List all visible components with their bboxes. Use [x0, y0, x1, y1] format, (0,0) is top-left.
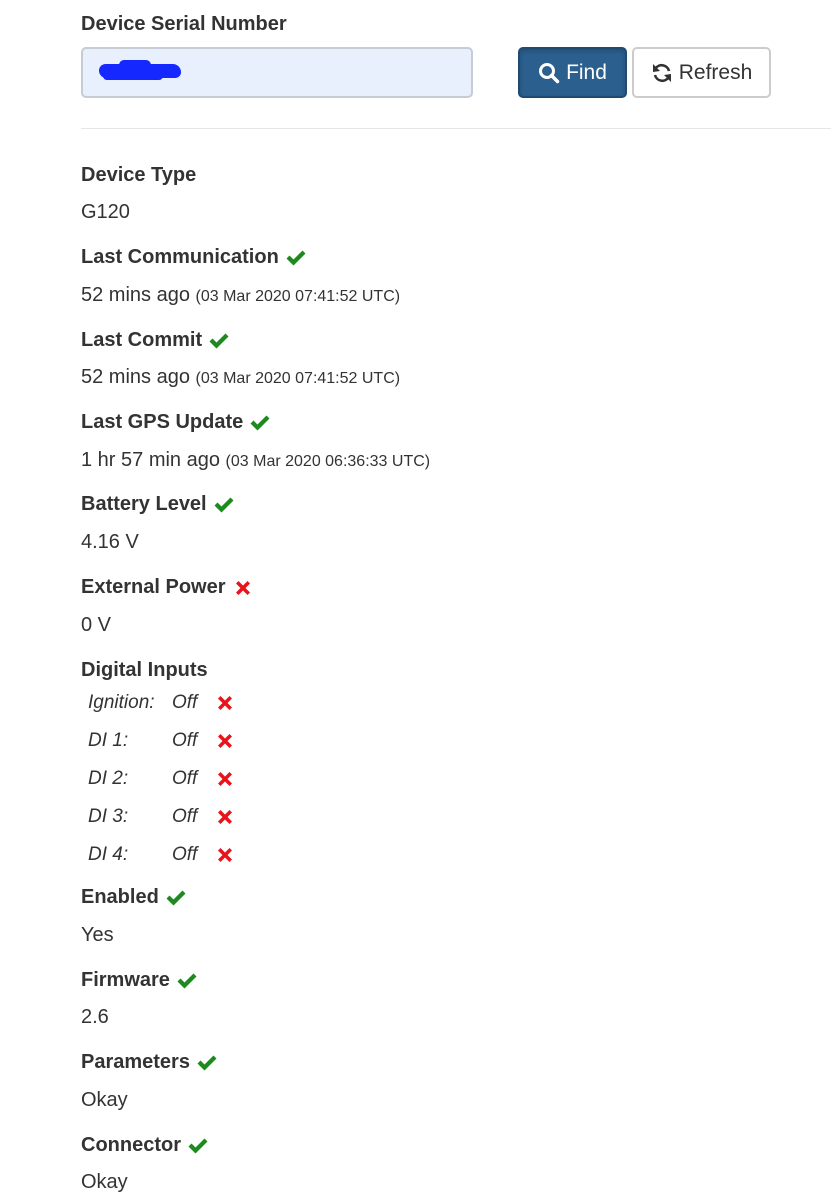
digital-input-state: Off	[172, 730, 198, 751]
connector-label-text: Connector	[81, 1134, 181, 1156]
battery-level-value: 4.16 V	[81, 531, 139, 553]
last-communication-label-text: Last Communication	[81, 246, 279, 268]
refresh-button[interactable]: Refresh	[632, 47, 771, 98]
check-icon	[187, 1135, 209, 1157]
digital-input-row: DI 2: Off	[88, 766, 236, 792]
section-divider	[81, 128, 831, 129]
digital-inputs-label-text: Digital Inputs	[81, 659, 208, 681]
connector-label: Connector	[81, 1134, 209, 1157]
last-gps-update-label-text: Last GPS Update	[81, 411, 244, 433]
firmware-label-text: Firmware	[81, 969, 170, 991]
last-commit-label: Last Commit	[81, 329, 230, 352]
battery-level-label-text: Battery Level	[81, 493, 207, 515]
last-gps-update-label: Last GPS Update	[81, 411, 271, 434]
enabled-value: Yes	[81, 924, 114, 946]
serial-number-input[interactable]	[81, 47, 473, 98]
parameters-label: Parameters	[81, 1051, 218, 1074]
device-type-label: Device Type	[81, 164, 196, 187]
digital-input-state: Off	[172, 692, 198, 713]
check-icon	[176, 970, 198, 992]
digital-input-state: Off	[172, 806, 198, 827]
last-communication-relative: 52 mins ago	[81, 284, 190, 306]
cross-icon	[214, 806, 236, 828]
last-gps-update-relative: 1 hr 57 min ago	[81, 449, 220, 471]
cross-icon	[214, 692, 236, 714]
last-commit-relative: 52 mins ago	[81, 366, 190, 388]
last-gps-update-value: 1 hr 57 min ago (03 Mar 2020 06:36:33 UT…	[81, 449, 430, 472]
check-icon	[208, 330, 230, 352]
refresh-button-label: Refresh	[678, 60, 753, 84]
digital-input-name: Ignition:	[88, 692, 155, 713]
last-communication-timestamp: (03 Mar 2020 07:41:52 UTC)	[195, 288, 401, 305]
digital-input-state: Off	[172, 844, 198, 865]
last-commit-label-text: Last Commit	[81, 329, 203, 351]
last-communication-value: 52 mins ago (03 Mar 2020 07:41:52 UTC)	[81, 284, 400, 307]
enabled-label-text: Enabled	[81, 886, 159, 908]
refresh-icon	[651, 62, 673, 84]
device-status-page: Device Serial Number Find Refresh Device…	[0, 0, 831, 1201]
external-power-value: 0 V	[81, 614, 112, 636]
parameters-value: Okay	[81, 1089, 128, 1111]
cross-icon	[214, 844, 236, 866]
check-icon	[196, 1052, 218, 1074]
check-icon	[213, 494, 235, 516]
digital-input-name: DI 4:	[88, 844, 129, 865]
digital-inputs-label: Digital Inputs	[81, 659, 208, 682]
device-type-value: G120	[81, 201, 130, 223]
last-commit-timestamp: (03 Mar 2020 07:41:52 UTC)	[195, 370, 401, 387]
redacted-serial-value	[99, 60, 181, 80]
enabled-label: Enabled	[81, 886, 187, 909]
find-button-label: Find	[566, 60, 607, 84]
device-type-label-text: Device Type	[81, 164, 197, 186]
digital-input-name: DI 3:	[88, 806, 129, 827]
last-commit-value: 52 mins ago (03 Mar 2020 07:41:52 UTC)	[81, 366, 400, 389]
check-icon	[285, 247, 307, 269]
digital-input-row: DI 4: Off	[88, 842, 236, 868]
last-gps-update-timestamp: (03 Mar 2020 06:36:33 UTC)	[225, 453, 431, 470]
cross-icon	[214, 730, 236, 752]
digital-input-row: Ignition: Off	[88, 690, 236, 716]
check-icon	[249, 412, 271, 434]
digital-input-name: DI 1:	[88, 730, 129, 751]
search-icon	[538, 62, 560, 84]
digital-input-state: Off	[172, 768, 198, 789]
firmware-label: Firmware	[81, 969, 198, 992]
cross-icon	[214, 768, 236, 790]
digital-input-name: DI 2:	[88, 768, 129, 789]
battery-level-label: Battery Level	[81, 493, 235, 516]
last-communication-label: Last Communication	[81, 246, 307, 269]
check-icon	[165, 887, 187, 909]
find-button[interactable]: Find	[518, 47, 627, 98]
digital-input-row: DI 3: Off	[88, 804, 236, 830]
external-power-label-text: External Power	[81, 576, 226, 598]
firmware-value: 2.6	[81, 1006, 109, 1028]
parameters-label-text: Parameters	[81, 1051, 190, 1073]
serial-number-label: Device Serial Number	[81, 13, 287, 35]
digital-input-row: DI 1: Off	[88, 728, 236, 754]
cross-icon	[232, 577, 254, 599]
connector-value: Okay	[81, 1171, 128, 1193]
external-power-label: External Power	[81, 576, 254, 599]
